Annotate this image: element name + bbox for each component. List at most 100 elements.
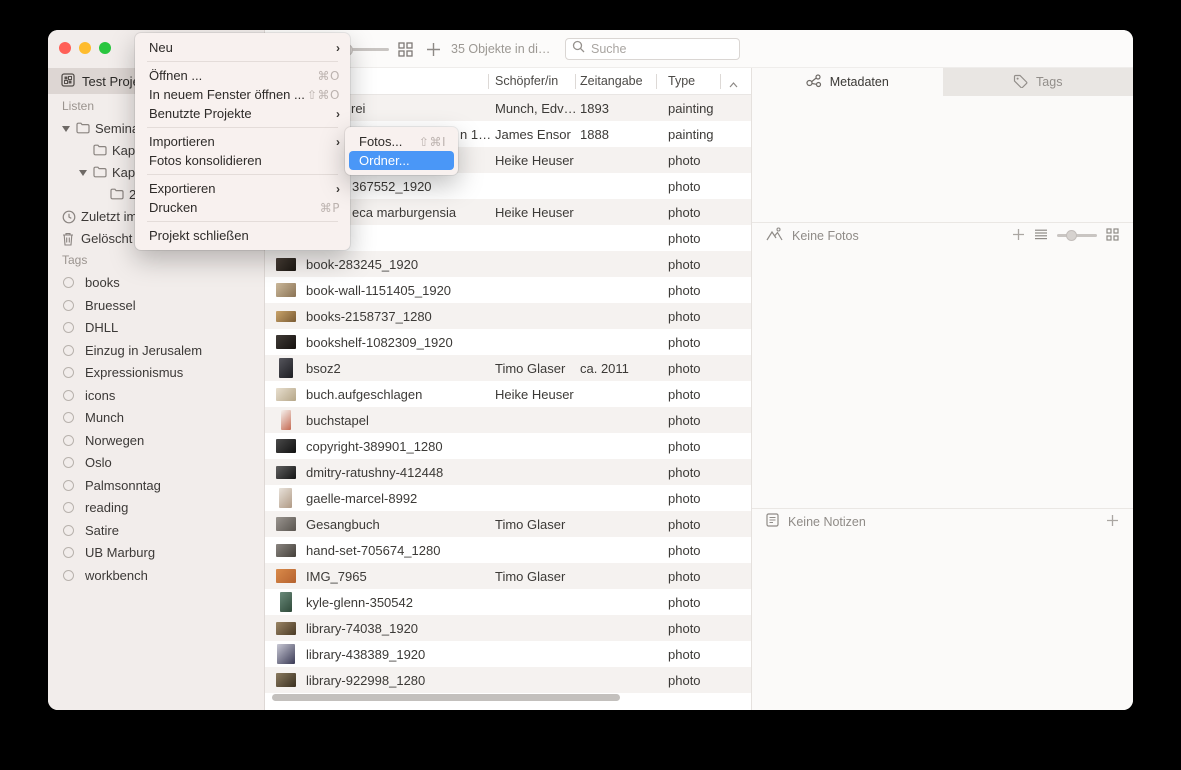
item-title: book-wall-1151405_1920 xyxy=(306,283,495,298)
table-row[interactable]: book-283245_1920photo xyxy=(265,251,751,277)
table-row[interactable]: hand-set-705674_1280photo xyxy=(265,537,751,563)
menu-item-drucken[interactable]: Drucken⌘P xyxy=(135,198,350,217)
search-field[interactable] xyxy=(565,38,740,60)
table-row[interactable]: buchstapelphoto xyxy=(265,407,751,433)
column-divider[interactable] xyxy=(656,74,657,89)
tab-metadata[interactable]: Metadaten xyxy=(752,68,943,96)
search-icon xyxy=(572,40,585,58)
sidebar-tag-expressionismus[interactable]: Expressionismus xyxy=(48,362,264,385)
table-row[interactable]: dmitry-ratushny-412448photo xyxy=(265,459,751,485)
menu-item-label: Drucken xyxy=(149,200,320,215)
tab-tags[interactable]: Tags xyxy=(943,68,1134,96)
table-row[interactable]: kyle-glenn-350542photo xyxy=(265,589,751,615)
item-creator: Heike Heuser xyxy=(495,153,580,168)
disclosure-triangle-icon[interactable] xyxy=(62,126,70,132)
item-type: photo xyxy=(668,257,751,272)
sidebar-tag-oslo[interactable]: Oslo xyxy=(48,452,264,475)
item-type: photo xyxy=(668,205,751,220)
thumbnail-cell xyxy=(265,283,306,297)
sidebar-tag-books[interactable]: books xyxy=(48,272,264,295)
window-controls xyxy=(59,42,111,54)
item-type: photo xyxy=(668,569,751,584)
table-row[interactable]: library-922998_1280photo xyxy=(265,667,751,693)
zoom-window-button[interactable] xyxy=(99,42,111,54)
column-divider[interactable] xyxy=(575,74,576,89)
trash-icon xyxy=(62,232,74,249)
menu-item-label: Projekt schließen xyxy=(149,228,340,243)
item-thumbnail xyxy=(279,358,293,378)
item-title: IMG_7965 xyxy=(306,569,495,584)
sidebar-tag-icons[interactable]: icons xyxy=(48,385,264,408)
search-input[interactable] xyxy=(589,41,723,57)
sidebar-tag-munch[interactable]: Munch xyxy=(48,407,264,430)
sidebar-tag-norwegen[interactable]: Norwegen xyxy=(48,430,264,453)
disclosure-triangle-icon[interactable] xyxy=(79,170,87,176)
tag-label: workbench xyxy=(85,568,148,583)
item-creator: Timo Glaser xyxy=(495,517,580,532)
horizontal-scrollbar[interactable] xyxy=(272,694,620,701)
item-type: photo xyxy=(668,647,751,662)
thumbnail-size-handle[interactable] xyxy=(1066,230,1077,241)
table-row[interactable]: books-2158737_1280photo xyxy=(265,303,751,329)
item-title: gaelle-marcel-8992 xyxy=(306,491,495,506)
sidebar-tag-dhll[interactable]: DHLL xyxy=(48,317,264,340)
thumbnail-size-slider[interactable] xyxy=(1057,234,1097,237)
submenu-item-fotos[interactable]: Fotos...⇧⌘I xyxy=(349,132,454,151)
column-divider[interactable] xyxy=(720,74,721,89)
grid-view-small-icon[interactable] xyxy=(1106,228,1119,244)
photos-empty-label: Keine Fotos xyxy=(792,229,859,243)
item-title: hand-set-705674_1280 xyxy=(306,543,495,558)
sidebar-tag-palmsonntag[interactable]: Palmsonntag xyxy=(48,475,264,498)
submenu-item-ordner[interactable]: Ordner... xyxy=(349,151,454,170)
list-view-icon[interactable] xyxy=(1034,229,1048,243)
sidebar-tag-ub-marburg[interactable]: UB Marburg xyxy=(48,542,264,565)
sidebar-item-label: Gelöscht xyxy=(81,231,132,246)
menu-item-projekt-schließen[interactable]: Projekt schließen xyxy=(135,226,350,245)
menu-item-in-neuem-fenster-öffnen[interactable]: In neuem Fenster öffnen ...⇧⌘O xyxy=(135,85,350,104)
grid-view-icon[interactable] xyxy=(398,42,413,62)
table-row[interactable]: copyright-389901_1280photo xyxy=(265,433,751,459)
sidebar-tag-bruessel[interactable]: Bruessel xyxy=(48,295,264,318)
titlebar: 35 Objekte in di… xyxy=(265,30,1133,68)
column-header-creator[interactable]: Schöpfer/in xyxy=(495,74,558,88)
table-row[interactable]: library-74038_1920photo xyxy=(265,615,751,641)
table-row[interactable]: GesangbuchTimo Glaserphoto xyxy=(265,511,751,537)
sidebar-tag-reading[interactable]: reading xyxy=(48,497,264,520)
column-divider[interactable] xyxy=(488,74,489,89)
menu-item-importieren[interactable]: Importieren› xyxy=(135,132,350,151)
add-photo-button[interactable] xyxy=(1012,228,1025,244)
column-header-date[interactable]: Zeitangabe xyxy=(580,74,643,88)
sort-ascending-icon[interactable] xyxy=(729,77,738,91)
table-row[interactable]: library-438389_1920photo xyxy=(265,641,751,667)
menu-item-label: Importieren xyxy=(149,134,336,149)
sidebar-tag-einzug-in-jerusalem[interactable]: Einzug in Jerusalem xyxy=(48,340,264,363)
table-row[interactable]: bookshelf-1082309_1920photo xyxy=(265,329,751,355)
submenu-chevron-icon: › xyxy=(336,107,340,121)
item-type: photo xyxy=(668,413,751,428)
submenu-chevron-icon: › xyxy=(336,135,340,149)
column-header-type[interactable]: Type xyxy=(668,74,695,88)
menu-item-shortcut: ⌘O xyxy=(318,69,340,83)
item-title: library-74038_1920 xyxy=(306,621,495,636)
item-thumbnail xyxy=(276,283,296,297)
thumbnail-cell xyxy=(265,644,306,664)
zoom-slider[interactable] xyxy=(345,48,389,51)
sidebar-tag-workbench[interactable]: workbench xyxy=(48,565,264,588)
menu-item-fotos-konsolidieren[interactable]: Fotos konsolidieren xyxy=(135,151,350,170)
close-window-button[interactable] xyxy=(59,42,71,54)
add-item-button[interactable] xyxy=(426,42,441,62)
item-title: bookshelf-1082309_1920 xyxy=(306,335,495,350)
menu-item-neu[interactable]: Neu› xyxy=(135,38,350,57)
menu-item-benutzte-projekte[interactable]: Benutzte Projekte› xyxy=(135,104,350,123)
sidebar-tag-satire[interactable]: Satire xyxy=(48,520,264,543)
menu-item-exportieren[interactable]: Exportieren› xyxy=(135,179,350,198)
minimize-window-button[interactable] xyxy=(79,42,91,54)
table-row[interactable]: gaelle-marcel-8992photo xyxy=(265,485,751,511)
add-note-button[interactable] xyxy=(1106,514,1119,530)
menu-item-öffnen[interactable]: Öffnen ...⌘O xyxy=(135,66,350,85)
item-thumbnail xyxy=(276,622,296,635)
table-row[interactable]: bsoz2Timo Glaserca. 2011photo xyxy=(265,355,751,381)
table-row[interactable]: buch.aufgeschlagenHeike Heuserphoto xyxy=(265,381,751,407)
table-row[interactable]: IMG_7965Timo Glaserphoto xyxy=(265,563,751,589)
table-row[interactable]: book-wall-1151405_1920photo xyxy=(265,277,751,303)
